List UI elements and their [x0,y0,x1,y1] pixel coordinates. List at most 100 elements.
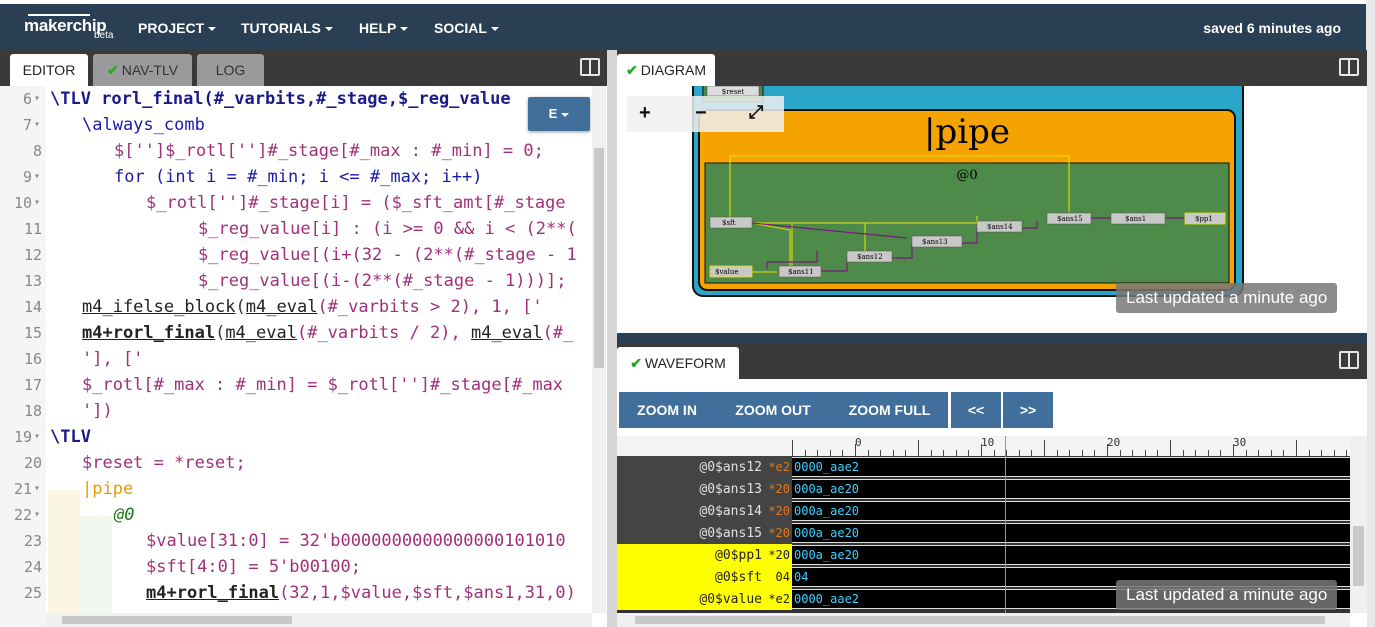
split-pane-icon[interactable] [580,58,600,76]
node-ans12: $ans12 [857,253,883,261]
chevron-down-icon [490,27,499,32]
signal-row[interactable]: @0$ans13 *20 [617,478,792,500]
signal-trace[interactable]: 000a_ae20 [792,479,1350,499]
zoom-full-button[interactable]: ZOOM FULL [831,392,948,428]
scroll-thumb[interactable] [635,616,1325,624]
signal-row[interactable]: @0$ans14 *20 [617,500,792,522]
code-editor[interactable]: 6 ▾ 7 ▾ 8 9 ▾ 10 ▾ 11 12 13 14 15 16 17 18 19 ▾ 20 21 ▾ 22 ▾ 23 2… [0,86,607,627]
editor-horizontal-scrollbar[interactable] [46,613,592,627]
code-line-13: $_reg_value[(i-(2**(#_stage - 1)))]; [198,268,566,294]
ruler-tick [968,450,970,456]
ruler-tick [1245,450,1247,456]
ruler-tick [880,450,882,456]
code-token: $_reg_value[(i+(32 - (2**(#_stage - 1 [198,245,577,265]
editor-tab-bar: EDITOR ✔ NAV-TLV LOG [0,50,607,86]
fold-arrow-icon[interactable]: ▾ [34,424,40,450]
tab-log[interactable]: LOG [197,54,264,86]
scroll-thumb[interactable] [594,148,604,368]
code-token: m4_eval [225,323,297,343]
code-token: $['']$_rotl['']#_stage[#_max : #_min] = … [114,141,544,161]
signal-row[interactable]: @0$sft 04 [617,566,792,588]
split-pane-icon[interactable] [1339,58,1359,76]
time-ruler: 0 10 20 30 [617,436,1360,456]
fold-arrow-icon[interactable]: ▾ [34,476,40,502]
line-number: 12 [23,246,42,264]
signal-row[interactable]: @0$ans12 *e2 [617,456,792,478]
waveform-horizontal-scrollbar[interactable] [617,613,1350,627]
line-number: 10 [13,194,32,212]
ruler-label: 0 [855,436,862,449]
pane-divider[interactable] [617,333,1367,343]
signal-trace[interactable]: 000a_ae20 [792,523,1350,543]
fold-arrow-icon[interactable]: ▾ [34,112,40,138]
code-line-20: $reset = *reset; [82,450,246,476]
signal-row[interactable]: @0$ans15 *20 [617,522,792,544]
ruler-tick [1044,440,1045,456]
code-token: '], [' [82,349,144,369]
signal-trace[interactable]: 000a_ae20 [792,501,1350,521]
signal-row[interactable]: @0$value *e2 [617,588,792,610]
menu-tutorials-label: TUTORIALS [241,20,321,36]
editor-menu-button[interactable]: E [528,97,590,131]
ruler-tick [1220,450,1222,456]
tab-editor[interactable]: EDITOR [10,54,88,86]
signal-row[interactable]: @0$pp1 *20 [617,544,792,566]
ruler-tick [943,450,945,456]
pane-splitter[interactable] [607,50,617,627]
menu-help[interactable]: HELP [359,20,409,36]
diagram-viewer[interactable]: $reset |pipe @0 $sft $value $ans11 $ans1… [617,86,1367,333]
stage-label: @0 [956,168,977,183]
ruler-tick [1132,450,1134,456]
zoom-in-button[interactable]: ZOOM IN [619,392,715,428]
waveform-tab-bar: ✔ WAVEFORM [617,343,1367,379]
fold-arrow-icon[interactable]: ▾ [34,86,40,112]
zoom-out-icon[interactable]: − [695,102,707,125]
scroll-thumb[interactable] [62,616,292,624]
menu-project[interactable]: PROJECT [138,20,217,36]
pipe-label: |pipe [924,112,1010,152]
ruler-tick [829,450,831,456]
waveform-viewer: ZOOM IN ZOOM OUT ZOOM FULL << >> 0 10 20… [617,379,1367,627]
signal-name: @0$ans14 [699,504,762,519]
tab-nav-tlv[interactable]: ✔ NAV-TLV [93,54,192,86]
fold-arrow-icon[interactable]: ▾ [34,164,40,190]
chevron-down-icon [561,112,570,117]
diagram-zoom-controls: + − ⤢ [627,96,784,132]
code-line-14: m4_ifelse_block(m4_eval(#_varbits > 2), … [82,294,543,320]
line-gutter: 6 ▾ 7 ▾ 8 9 ▾ 10 ▾ 11 12 13 14 15 16 17 18 19 ▾ 20 21 ▾ 22 ▾ 23 2… [0,86,46,627]
code-line-22: @0 [114,502,134,528]
tab-diagram[interactable]: ✔ DIAGRAM [617,54,715,86]
chevron-down-icon [208,27,217,32]
prev-button[interactable]: << [951,392,1001,428]
line-number: 25 [23,584,42,602]
fold-arrow-icon[interactable]: ▾ [34,190,40,216]
tab-waveform[interactable]: ✔ WAVEFORM [617,347,739,379]
tab-diagram-label: DIAGRAM [640,62,707,78]
node-value: $value [715,268,738,276]
waveform-vertical-scrollbar[interactable] [1350,436,1367,613]
menu-tutorials[interactable]: TUTORIALS [241,20,333,36]
ruler-tick [905,450,907,456]
split-pane-icon[interactable] [1339,351,1359,369]
zoom-in-icon[interactable]: + [639,102,651,125]
ruler-tick [1094,450,1096,456]
fold-arrow-icon[interactable]: ▾ [34,502,40,528]
reset-node-label: $reset [722,88,745,96]
signal-trace[interactable]: 0000_aae2 [792,457,1350,477]
editor-vertical-scrollbar[interactable] [592,86,606,613]
next-button[interactable]: >> [1003,392,1053,428]
line-number: 18 [23,402,42,420]
menu-social[interactable]: SOCIAL [434,20,499,36]
scroll-thumb[interactable] [1353,526,1364,586]
chevron-down-icon [324,27,333,32]
signal-name: @0$ans13 [699,482,762,497]
line-number: 24 [23,558,42,576]
fullscreen-icon[interactable]: ⤢ [749,102,763,123]
ruler-tick [792,440,793,456]
code-token: \always_comb [82,115,205,135]
time-cursor[interactable] [1005,436,1006,613]
signal-trace[interactable]: 000a_ae20 [792,545,1350,565]
code-token: m4+rorl_final [146,583,280,603]
zoom-out-button[interactable]: ZOOM OUT [717,392,829,428]
signal-value: *20 [768,548,790,562]
